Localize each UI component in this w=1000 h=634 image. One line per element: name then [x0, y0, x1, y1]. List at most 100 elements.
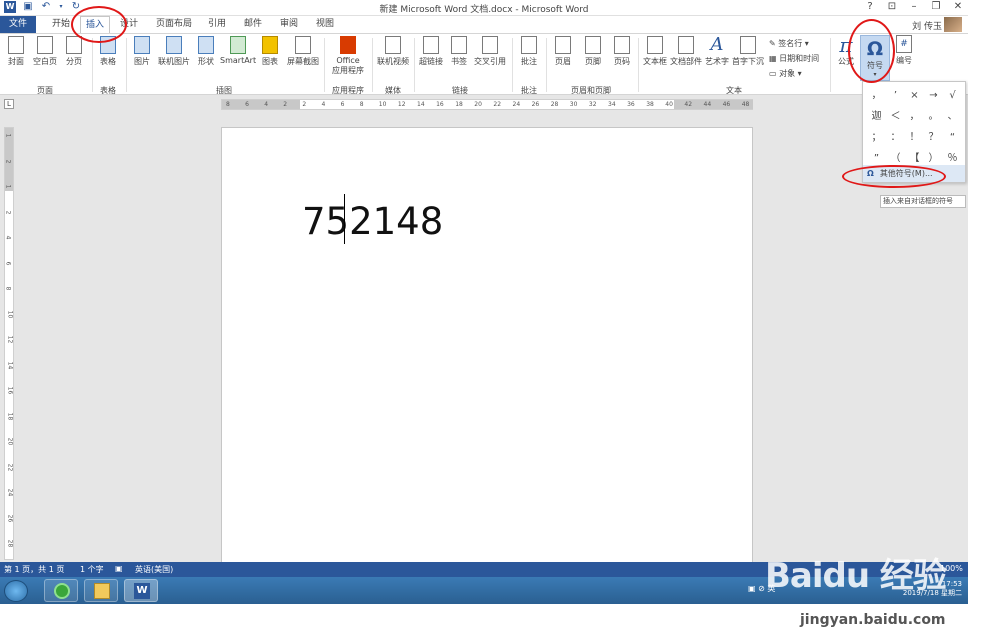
bookmark-button[interactable]: 书签 — [448, 36, 470, 80]
online-picture-icon — [166, 36, 182, 54]
symbol-cell[interactable]: ’ — [886, 85, 905, 106]
symbol-cell[interactable]: √ — [943, 85, 962, 106]
cross-reference-button[interactable]: 交叉引用 — [472, 36, 508, 80]
ruler-number: 42 — [684, 101, 693, 108]
symbol-cell[interactable]: ？ — [924, 127, 943, 148]
tab-stop-selector[interactable]: L — [4, 99, 14, 109]
camera-icon — [295, 36, 311, 54]
shapes-icon — [198, 36, 214, 54]
restore-button[interactable]: ❐ — [930, 1, 942, 12]
ruler-number: 36 — [627, 101, 635, 108]
ruler-number: 40 — [665, 101, 673, 108]
ribbon-display-icon[interactable]: ⊡ — [886, 1, 898, 12]
header-button[interactable]: 页眉 — [550, 36, 576, 80]
office-apps-button[interactable]: Office 应用程序 — [328, 36, 368, 80]
ruler-number: 2 — [283, 101, 288, 108]
symbol-cell[interactable]: 迦 — [867, 106, 886, 127]
cover-button[interactable]: 封面 — [4, 36, 28, 80]
ruler-number: 16 — [6, 386, 14, 395]
annotation-circle-insert-tab — [71, 6, 127, 43]
picture-icon — [134, 36, 150, 54]
taskbar-explorer[interactable] — [84, 579, 118, 602]
screenshot-button[interactable]: 屏幕截图 — [285, 36, 321, 80]
group-label-media: 媒体 — [385, 86, 401, 95]
help-button[interactable]: ? — [864, 1, 876, 12]
shapes-button[interactable]: 形状 — [194, 36, 218, 80]
ruler-number: 16 — [436, 101, 444, 108]
user-name[interactable]: 刘 传玉 — [912, 19, 942, 32]
symbol-cell[interactable]: ， — [867, 85, 886, 106]
document-text[interactable]: 752148 — [302, 200, 443, 243]
horizontal-ruler[interactable]: 8 6 4 2 2 4 6 8 10 12 14 16 18 20 22 24 26 28 30 32 34 36 38 40… — [221, 99, 753, 110]
window-controls: ? ⊡ – ❐ ✕ — [864, 1, 964, 12]
symbol-cell[interactable]: → — [924, 85, 943, 106]
textbox-button[interactable]: 文本框 — [641, 36, 669, 80]
object-icon: ▭ — [769, 69, 780, 78]
tab-references[interactable]: 引用 — [202, 16, 232, 33]
hyperlink-button[interactable]: 超链接 — [418, 36, 444, 80]
watermark-url: jingyan.baidu.com — [800, 612, 946, 628]
symbol-cell[interactable]: ！ — [905, 127, 924, 148]
document-page[interactable]: 752148 — [221, 127, 753, 567]
symbol-cell[interactable]: × — [905, 85, 924, 106]
taskbar-word[interactable]: W — [124, 579, 158, 602]
group-divider — [830, 38, 831, 92]
symbol-cell[interactable]: ＜ — [886, 106, 905, 127]
wordart-button[interactable]: A 艺术字 — [703, 36, 731, 80]
group-divider — [324, 38, 325, 92]
language-indicator[interactable]: 英语(美国) — [135, 564, 173, 575]
footer-button[interactable]: 页脚 — [580, 36, 606, 80]
group-label-text: 文本 — [726, 86, 742, 95]
ruler-number: 28 — [550, 101, 559, 108]
drop-cap-button[interactable]: 首字下沉 — [731, 36, 765, 80]
symbol-cell[interactable]: ： — [886, 127, 905, 148]
chart-button[interactable]: 图表 — [258, 36, 282, 80]
picture-button[interactable]: 图片 — [130, 36, 154, 80]
date-time-button[interactable]: ▦ 日期和时间 — [769, 53, 819, 64]
group-divider — [126, 38, 127, 92]
ruler-number: 18 — [6, 412, 14, 420]
start-button[interactable] — [4, 580, 28, 602]
proofing-icon[interactable]: ▣ — [115, 564, 123, 573]
smartart-button[interactable]: SmartArt — [220, 36, 256, 80]
group-label-header-footer: 页眉和页脚 — [571, 86, 611, 95]
ruler-number: 22 — [493, 101, 502, 108]
group-divider — [92, 38, 93, 92]
blank-page-button[interactable]: 空白页 — [32, 36, 58, 80]
ruler-number: 20 — [6, 437, 14, 446]
tab-view[interactable]: 视图 — [310, 16, 340, 33]
tab-review[interactable]: 审阅 — [274, 16, 304, 33]
close-button[interactable]: ✕ — [952, 1, 964, 12]
page-count[interactable]: 第 1 页，共 1 页 — [4, 564, 64, 575]
quick-parts-button[interactable]: 文档部件 — [670, 36, 702, 80]
object-button[interactable]: ▭ 对象 ▾ — [769, 68, 802, 79]
word-count[interactable]: 1 个字 — [80, 564, 104, 575]
symbol-cell[interactable]: “ — [943, 127, 962, 148]
page-break-button[interactable]: 分页 — [62, 36, 86, 80]
online-video-button[interactable]: 联机视频 — [375, 36, 411, 80]
tooltip: 插入来自对话框的符号 — [880, 195, 966, 208]
comment-button[interactable]: 批注 — [516, 36, 542, 80]
number-icon: # — [896, 35, 912, 53]
symbol-cell[interactable]: 。 — [924, 106, 943, 127]
page-number-button[interactable]: 页码 — [609, 36, 635, 80]
drop-cap-icon — [740, 36, 756, 54]
symbol-cell[interactable]: ； — [867, 127, 886, 148]
ruler-number: 1 — [4, 133, 12, 138]
taskbar-ie[interactable] — [44, 579, 78, 602]
symbol-cell[interactable]: ， — [905, 106, 924, 127]
vertical-ruler[interactable]: 1 2 1 2 4 6 8 10 12 14 16 18 20 22 24 26 28 — [4, 127, 14, 560]
group-label-links: 链接 — [452, 86, 468, 95]
online-picture-button[interactable]: 联机图片 — [156, 36, 192, 80]
number-button[interactable]: # 编号 — [892, 35, 916, 79]
ruler-number: 12 — [6, 335, 14, 344]
minimize-button[interactable]: – — [908, 1, 920, 12]
tab-mailings[interactable]: 邮件 — [238, 16, 268, 33]
signature-line-button[interactable]: ✎ 签名行 ▾ — [769, 38, 809, 49]
avatar[interactable] — [944, 17, 962, 32]
symbol-cell[interactable]: 、 — [943, 106, 962, 127]
tab-file[interactable]: 文件 — [0, 16, 36, 33]
tab-layout[interactable]: 页面布局 — [152, 16, 196, 33]
group-divider — [372, 38, 373, 92]
ruler-number: 28 — [6, 539, 14, 548]
